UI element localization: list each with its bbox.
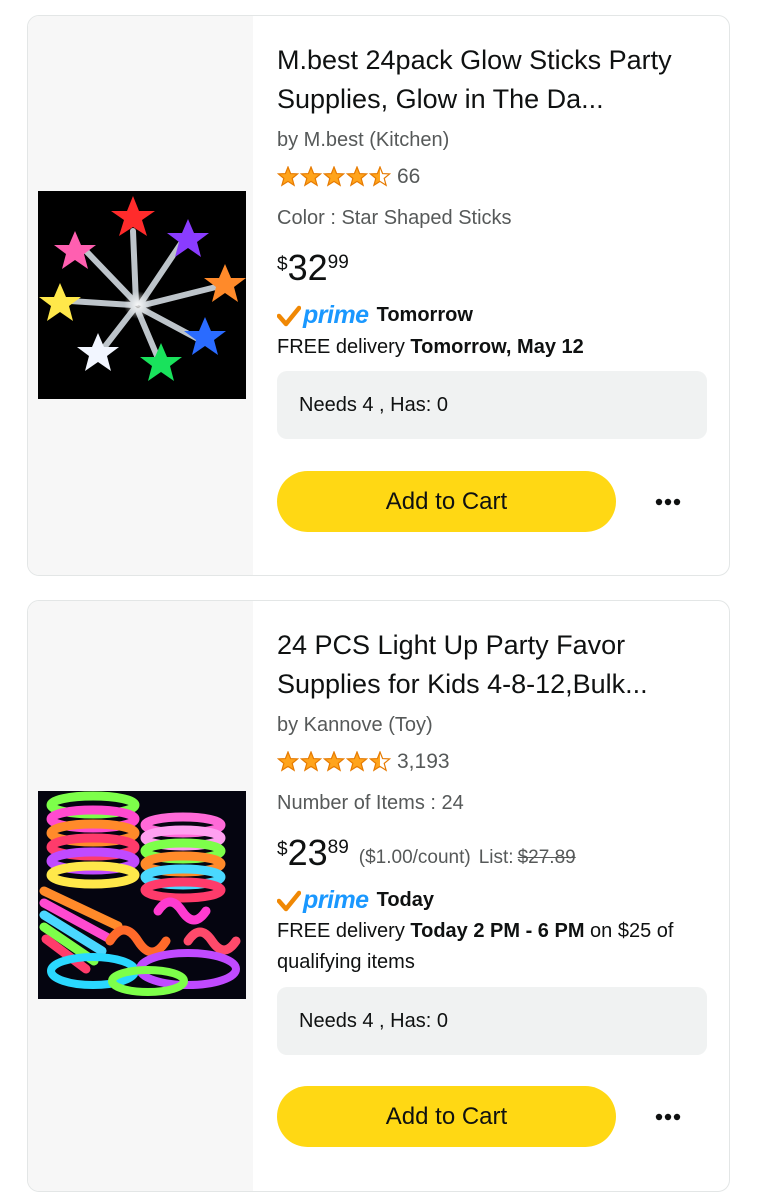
prime-check-icon [277, 890, 301, 911]
product-title[interactable]: M.best 24pack Glow Sticks Party Supplies… [277, 41, 707, 119]
product-info: 24 PCS Light Up Party Favor Supplies for… [253, 601, 729, 1191]
delivery-date: Today 2 PM - 6 PM [410, 920, 585, 942]
price: $ 23 89 ($1.00/count) List: $27.89 [277, 833, 576, 873]
product-image-pane[interactable] [28, 16, 253, 575]
star-glow-sticks-image [38, 191, 246, 399]
light-up-tubes-image [38, 791, 246, 999]
prime-check-icon [277, 305, 301, 326]
product-info: M.best 24pack Glow Sticks Party Supplies… [253, 16, 729, 575]
rating-count[interactable]: 3,193 [397, 750, 450, 774]
star-rating-icon [277, 166, 391, 187]
list-price-label: List: [478, 847, 514, 868]
product-title[interactable]: 24 PCS Light Up Party Favor Supplies for… [277, 626, 707, 704]
add-to-cart-button[interactable]: Add to Cart [277, 1086, 616, 1147]
more-options-icon[interactable] [653, 487, 683, 517]
price: $ 32 99 [277, 248, 349, 288]
brand-byline[interactable]: by M.best (Kitchen) [277, 129, 449, 152]
product-card[interactable]: M.best 24pack Glow Sticks Party Supplies… [27, 15, 730, 576]
unit-price: ($1.00/count) [358, 847, 471, 868]
product-image[interactable] [38, 791, 246, 999]
rating-count[interactable]: 66 [397, 165, 420, 189]
delivery-info: FREE delivery Today 2 PM - 6 PM on $25 o… [277, 916, 707, 978]
brand-byline[interactable]: by Kannove (Toy) [277, 714, 433, 737]
product-card[interactable]: 24 PCS Light Up Party Favor Supplies for… [27, 600, 730, 1192]
price-fraction: 99 [327, 252, 349, 273]
prime-delivery-day: Today [376, 889, 435, 911]
needs-has-box: Needs 4 , Has: 0 [277, 987, 707, 1055]
price-currency: $ [277, 839, 288, 860]
prime-logo: prime [277, 301, 369, 330]
variant-label: Number of Items : 24 [277, 792, 464, 814]
product-image[interactable] [38, 191, 246, 399]
product-image-pane[interactable] [28, 601, 253, 1191]
add-to-cart-button[interactable]: Add to Cart [277, 471, 616, 532]
delivery-prefix: FREE delivery [277, 336, 411, 358]
price-fraction: 89 [327, 837, 349, 858]
prime-word: prime [303, 301, 369, 329]
prime-word: prime [303, 886, 369, 914]
delivery-info: FREE delivery Tomorrow, May 12 [277, 332, 707, 363]
price-whole: 23 [287, 832, 328, 873]
needs-has-box: Needs 4 , Has: 0 [277, 371, 707, 439]
delivery-prefix: FREE delivery [277, 920, 411, 942]
prime-badge: prime Tomorrow [277, 301, 473, 330]
prime-logo: prime [277, 886, 369, 915]
prime-badge: prime Today [277, 886, 434, 915]
star-rating-icon [277, 751, 391, 772]
price-whole: 32 [287, 247, 328, 288]
delivery-date: Tomorrow, May 12 [410, 336, 584, 358]
list-price: $27.89 [517, 847, 576, 868]
more-options-icon[interactable] [653, 1102, 683, 1132]
prime-delivery-day: Tomorrow [376, 304, 473, 326]
variant-label: Color : Star Shaped Sticks [277, 207, 512, 229]
price-currency: $ [277, 254, 288, 275]
rating[interactable]: 3,193 [277, 750, 450, 774]
rating[interactable]: 66 [277, 165, 420, 189]
